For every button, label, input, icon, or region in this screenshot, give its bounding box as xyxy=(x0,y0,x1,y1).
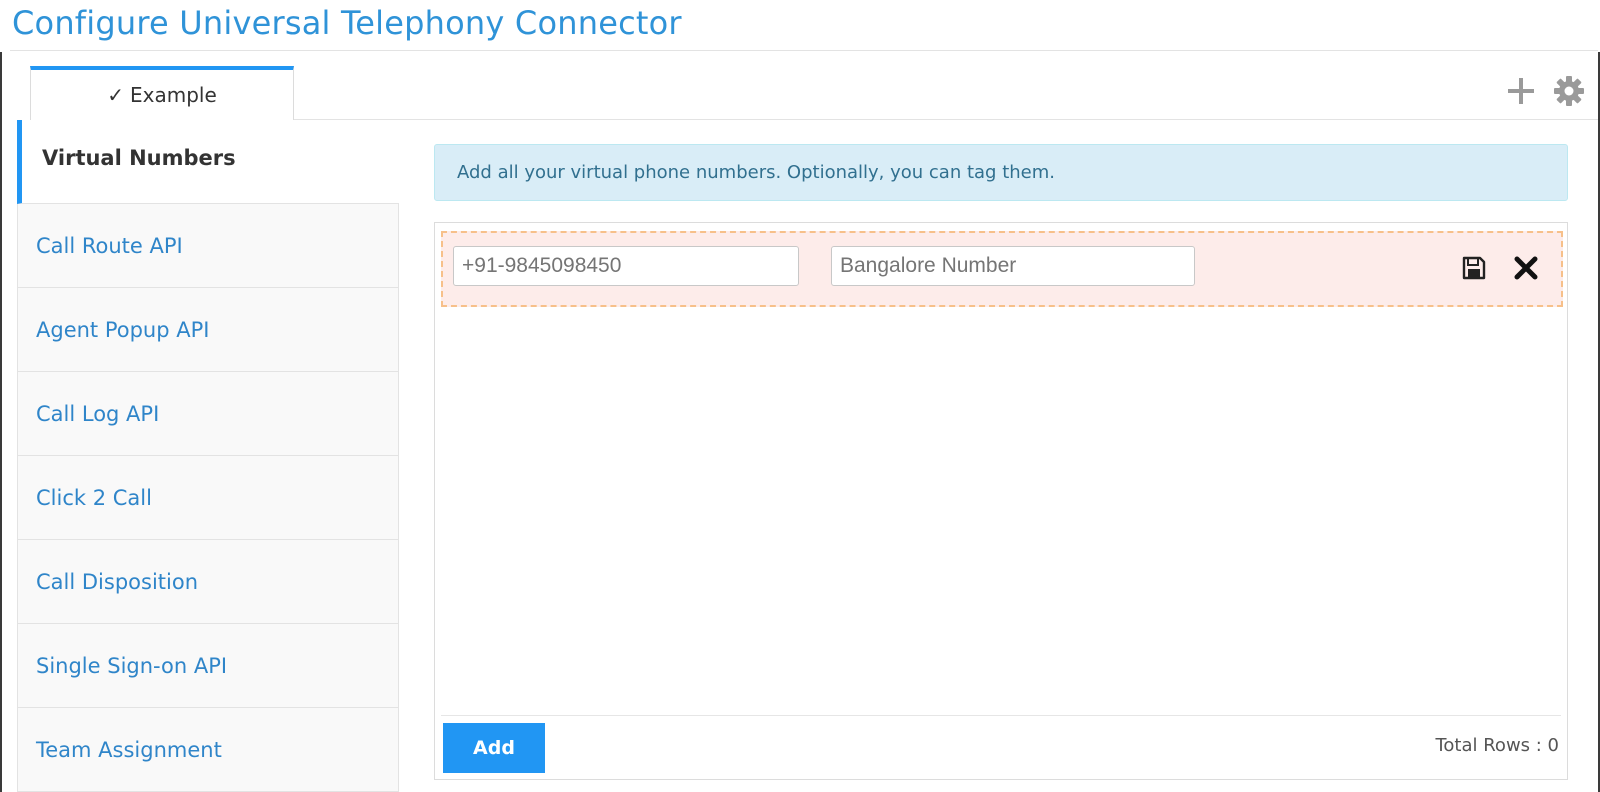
sidebar-item-virtual-numbers[interactable]: Virtual Numbers xyxy=(17,120,399,204)
plus-icon[interactable] xyxy=(1504,74,1538,108)
add-button[interactable]: Add xyxy=(443,723,545,773)
page-title: Configure Universal Telephony Connector xyxy=(12,4,682,42)
sidebar-item-call-log-api[interactable]: Call Log API xyxy=(17,372,399,456)
tab-divider xyxy=(294,119,1598,120)
close-icon[interactable] xyxy=(1513,255,1539,281)
footer-divider xyxy=(441,715,1561,716)
sidebar-item-call-disposition[interactable]: Call Disposition xyxy=(17,540,399,624)
sidebar-nav: Virtual Numbers Call Route API Agent Pop… xyxy=(17,120,399,792)
tab-example[interactable]: ✓ Example xyxy=(30,66,294,120)
sidebar-item-agent-popup-api[interactable]: Agent Popup API xyxy=(17,288,399,372)
tag-input[interactable] xyxy=(831,246,1195,286)
sidebar-item-click-2-call[interactable]: Click 2 Call xyxy=(17,456,399,540)
total-rows-count: Total Rows : 0 xyxy=(1435,735,1559,756)
gear-icon[interactable] xyxy=(1552,74,1586,108)
check-icon: ✓ xyxy=(107,83,124,107)
sidebar-item-call-route-api[interactable]: Call Route API xyxy=(17,204,399,288)
tab-label: Example xyxy=(129,83,217,107)
edit-row xyxy=(441,231,1563,307)
info-alert: Add all your virtual phone numbers. Opti… xyxy=(434,144,1568,201)
save-icon[interactable] xyxy=(1461,255,1487,281)
sidebar-item-team-assignment[interactable]: Team Assignment xyxy=(17,708,399,792)
phone-number-input[interactable] xyxy=(453,246,799,286)
title-divider xyxy=(10,50,1598,51)
virtual-numbers-grid: Add Total Rows : 0 xyxy=(434,222,1568,780)
sidebar-item-single-sign-on-api[interactable]: Single Sign-on API xyxy=(17,624,399,708)
